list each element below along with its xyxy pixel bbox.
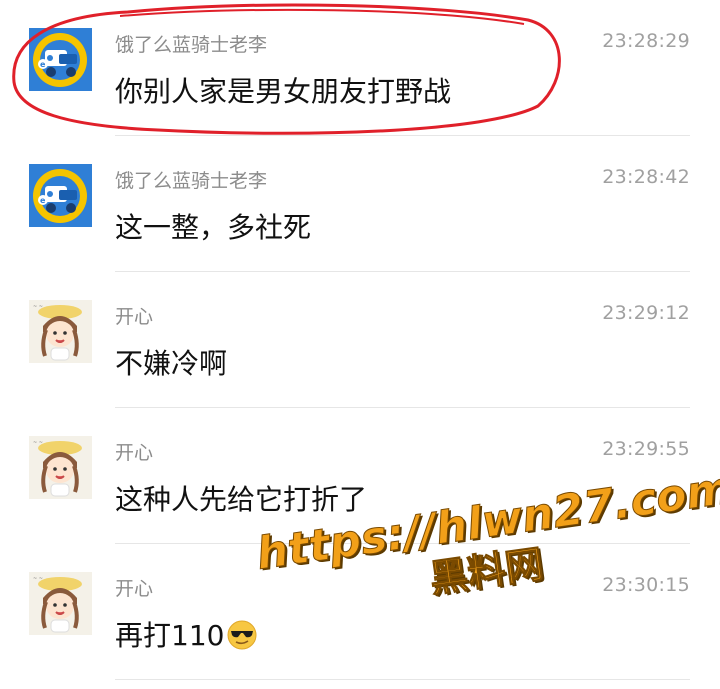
chat-history-page: e 饿了么蓝骑士老李 23:28:29 你别人家是男女朋友打野战 e 饿了么蓝骑…: [0, 0, 720, 689]
sunglasses-emoji-icon: [226, 619, 258, 658]
message-item[interactable]: e 饿了么蓝骑士老李 23:28:29 你别人家是男女朋友打野战: [0, 0, 720, 136]
message-item[interactable]: ~ ~ 开心 23:30:15 再打110: [0, 544, 720, 680]
sender-name: 饿了么蓝骑士老李: [115, 34, 268, 56]
message-item[interactable]: ~ ~ 开心 23:29:12 不嫌冷啊: [0, 272, 720, 408]
svg-text:~ ~: ~ ~: [33, 440, 43, 446]
message-time: 23:29:55: [602, 438, 690, 460]
sender-name: 开心: [115, 306, 154, 328]
svg-text:~ ~: ~ ~: [33, 576, 43, 582]
rider-avatar-icon[interactable]: e: [29, 164, 92, 227]
message-text-content: 再打110: [115, 619, 225, 652]
svg-text:e: e: [40, 196, 46, 205]
message-text[interactable]: 不嫌冷啊: [115, 342, 227, 382]
divider: [115, 679, 690, 680]
svg-text:e: e: [40, 60, 46, 69]
message-item[interactable]: e 饿了么蓝骑士老李 23:28:42 这一整，多社死: [0, 136, 720, 272]
message-time: 23:28:42: [602, 166, 690, 188]
message-text[interactable]: 这一整，多社死: [115, 206, 311, 246]
message-text[interactable]: 这种人先给它打折了: [115, 478, 367, 518]
message-text[interactable]: 再打110: [115, 614, 258, 658]
message-time: 23:28:29: [602, 30, 690, 52]
rider-avatar-icon[interactable]: e: [29, 28, 92, 91]
message-time: 23:29:12: [602, 302, 690, 324]
svg-text:~ ~: ~ ~: [33, 304, 43, 310]
message-time: 23:30:15: [602, 574, 690, 596]
girl-avatar-icon[interactable]: ~ ~: [29, 572, 92, 635]
message-item[interactable]: ~ ~ 开心 23:29:55 这种人先给它打折了: [0, 408, 720, 544]
message-text[interactable]: 你别人家是男女朋友打野战: [115, 70, 451, 110]
sender-name: 饿了么蓝骑士老李: [115, 170, 268, 192]
girl-avatar-icon[interactable]: ~ ~: [29, 300, 92, 363]
sender-name: 开心: [115, 442, 154, 464]
sender-name: 开心: [115, 578, 154, 600]
girl-avatar-icon[interactable]: ~ ~: [29, 436, 92, 499]
